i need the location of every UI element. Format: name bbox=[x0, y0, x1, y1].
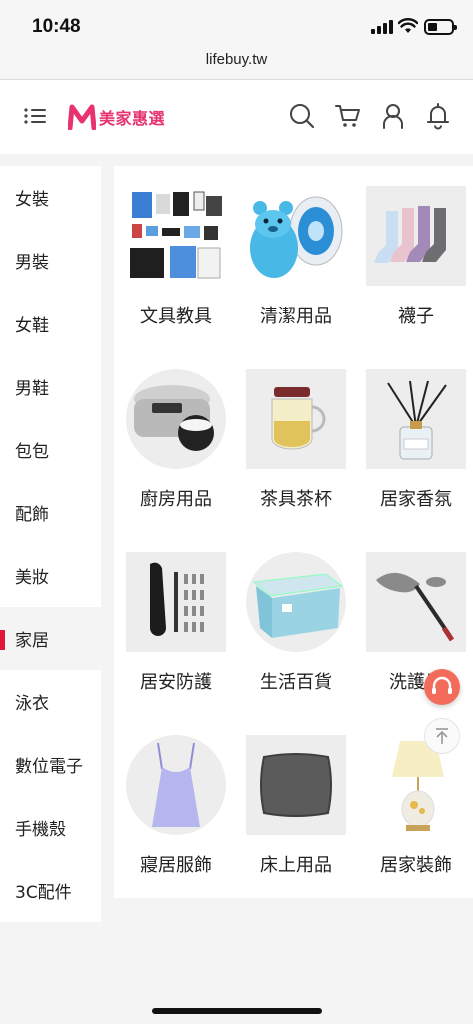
sidebar-item-digital-electronics[interactable]: 數位電子 bbox=[0, 733, 101, 796]
menu-list-icon[interactable] bbox=[22, 104, 48, 128]
pillow-icon bbox=[246, 735, 346, 835]
toilet-cleaner-icon bbox=[246, 186, 346, 286]
grid-item-cleaning[interactable]: 清潔用品 bbox=[238, 166, 358, 327]
grid-item-label: 廚房用品 bbox=[140, 489, 212, 510]
status-time: 10:48 bbox=[32, 16, 81, 37]
logo-m-icon bbox=[68, 104, 96, 130]
sidebar-item-3c-accessories[interactable]: 3C配件 bbox=[0, 859, 101, 922]
battery-icon bbox=[424, 19, 457, 35]
status-bar: 10:48 bbox=[0, 0, 473, 44]
rice-cooker-icon bbox=[126, 369, 226, 469]
stationery-icon bbox=[126, 186, 226, 286]
grid-item-fragrance[interactable]: 居家香氛 bbox=[358, 349, 473, 510]
duster-icon bbox=[366, 552, 466, 652]
grid-item-label: 襪子 bbox=[398, 306, 434, 327]
grid-item-wash-care[interactable]: 洗護日 bbox=[358, 532, 473, 693]
site-header: 美家惠選 bbox=[0, 80, 473, 154]
sidebar-item-men-clothing[interactable]: 男裝 bbox=[0, 229, 101, 292]
grid-item-daily-goods[interactable]: 生活百貨 bbox=[238, 532, 358, 693]
grid-item-label: 清潔用品 bbox=[260, 306, 332, 327]
search-icon[interactable] bbox=[288, 102, 316, 130]
grid-item-stationery[interactable]: 文具教具 bbox=[118, 166, 238, 327]
wifi-icon bbox=[398, 18, 418, 33]
grid-item-kitchen[interactable]: 廚房用品 bbox=[118, 349, 238, 510]
grid-item-label: 床上用品 bbox=[260, 855, 332, 876]
teapot-icon bbox=[246, 369, 346, 469]
reed-diffuser-icon bbox=[366, 369, 466, 469]
headset-icon bbox=[432, 676, 452, 694]
sidebar-item-bags[interactable]: 包包 bbox=[0, 418, 101, 481]
arrow-up-icon bbox=[436, 728, 448, 744]
logo-text: 美家惠選 bbox=[99, 109, 166, 128]
sidebar-item-men-shoes[interactable]: 男鞋 bbox=[0, 355, 101, 418]
grid-item-loungewear[interactable]: 寢居服飾 bbox=[118, 715, 238, 876]
grid-item-tea-set[interactable]: 茶具茶杯 bbox=[238, 349, 358, 510]
grid-item-label: 居安防護 bbox=[140, 672, 212, 693]
url-text: lifebuy.tw bbox=[205, 51, 268, 68]
camisole-icon bbox=[126, 735, 226, 835]
grid-item-bedding[interactable]: 床上用品 bbox=[238, 715, 358, 876]
grid-item-label: 茶具茶杯 bbox=[260, 489, 332, 510]
storage-box-icon bbox=[246, 552, 346, 652]
socks-icon bbox=[366, 186, 466, 286]
customer-service-button[interactable] bbox=[424, 669, 460, 705]
sidebar-item-beauty[interactable]: 美妝 bbox=[0, 544, 101, 607]
grid-item-socks[interactable]: 襪子 bbox=[358, 166, 473, 327]
site-logo[interactable]: 美家惠選 bbox=[68, 102, 165, 132]
cellular-signal-icon bbox=[371, 20, 393, 34]
grid-item-label: 生活百貨 bbox=[260, 672, 332, 693]
sidebar-item-women-clothing[interactable]: 女裝 bbox=[0, 166, 101, 229]
subcategory-grid: 文具教具 清潔用品 襪子 廚房用品 茶具茶杯 居家香氛 居安防護 生活百貨 洗護… bbox=[114, 166, 473, 898]
grid-item-label: 居家香氛 bbox=[380, 489, 452, 510]
sidebar-item-phone-cases[interactable]: 手機殼 bbox=[0, 796, 101, 859]
sidebar-item-home[interactable]: 家居 bbox=[0, 607, 101, 670]
grid-item-label: 文具教具 bbox=[140, 306, 212, 327]
back-to-top-button[interactable] bbox=[424, 718, 460, 754]
cart-icon[interactable] bbox=[334, 102, 362, 130]
grid-item-label: 寢居服飾 bbox=[140, 855, 212, 876]
category-sidebar: 女裝 男裝 女鞋 男鞋 包包 配飾 美妝 家居 泳衣 數位電子 手機殼 3C配件 bbox=[0, 166, 101, 922]
home-indicator[interactable] bbox=[152, 1008, 322, 1014]
grid-item-safety[interactable]: 居安防護 bbox=[118, 532, 238, 693]
grid-item-label: 居家裝飾 bbox=[380, 855, 452, 876]
bell-icon[interactable] bbox=[424, 102, 452, 130]
sidebar-item-swimwear[interactable]: 泳衣 bbox=[0, 670, 101, 733]
user-icon[interactable] bbox=[379, 102, 407, 130]
sidebar-item-accessories[interactable]: 配飾 bbox=[0, 481, 101, 544]
browser-url-bar[interactable]: lifebuy.tw bbox=[0, 44, 473, 80]
screwdriver-set-icon bbox=[126, 552, 226, 652]
sidebar-item-women-shoes[interactable]: 女鞋 bbox=[0, 292, 101, 355]
